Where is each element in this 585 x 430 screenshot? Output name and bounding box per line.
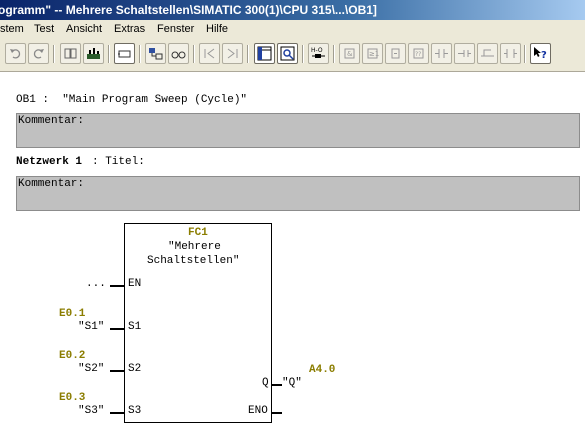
- en-input-value[interactable]: ...: [86, 278, 106, 290]
- pin-eno: ENO: [248, 405, 268, 417]
- toolbar-separator: [333, 45, 335, 63]
- ladder-editor[interactable]: OB1 : "Main Program Sweep (Cycle)" Komme…: [0, 72, 585, 430]
- toolbar: H-O & ≥1 ?? ?: [0, 39, 585, 72]
- first-network-icon[interactable]: [199, 43, 220, 64]
- q-address[interactable]: A4.0: [309, 364, 335, 376]
- block-comment-box[interactable]: Kommentar:: [16, 113, 580, 148]
- en-pin-line: [110, 285, 124, 287]
- network-comment-label: Kommentar:: [18, 178, 85, 190]
- toolbar-separator: [247, 45, 249, 63]
- block-icon[interactable]: [145, 43, 166, 64]
- toolbar-separator: [302, 45, 304, 63]
- compile-icon[interactable]: [60, 43, 81, 64]
- svg-text:&: &: [347, 50, 353, 58]
- monitor-icon[interactable]: [83, 43, 104, 64]
- menu-fenster[interactable]: Fenster: [157, 20, 194, 39]
- io-icon[interactable]: H-O: [308, 43, 329, 64]
- svg-text:≥1: ≥1: [369, 50, 379, 58]
- fc-title-line1: "Mehrere: [168, 241, 221, 253]
- glasses-icon[interactable]: [168, 43, 189, 64]
- menu-ansicht[interactable]: Ansicht: [66, 20, 102, 39]
- contact-icon[interactable]: [385, 43, 406, 64]
- block-comment-label: Kommentar:: [18, 115, 85, 127]
- svg-text:?: ?: [541, 50, 547, 61]
- last-network-icon[interactable]: [222, 43, 243, 64]
- contact-and-icon[interactable]: &: [339, 43, 360, 64]
- pin-s3: S3: [128, 405, 142, 417]
- network-title[interactable]: : Titel:: [92, 156, 145, 168]
- q-pin-line: [272, 384, 282, 386]
- network-comment-box[interactable]: Kommentar:: [16, 176, 580, 211]
- window-title: ogramm" -- Mehrere Schaltstellen\SIMATIC…: [0, 3, 377, 17]
- s1-symbol[interactable]: "S1": [78, 321, 104, 333]
- s2-pin-line: [110, 370, 124, 372]
- redo-icon[interactable]: [28, 43, 49, 64]
- fc-name: FC1: [188, 227, 208, 239]
- q-symbol[interactable]: "Q": [282, 377, 302, 389]
- fc-title-line2: Schaltstellen": [147, 255, 240, 267]
- s3-address[interactable]: E0.3: [59, 392, 85, 404]
- undo-icon[interactable]: [5, 43, 26, 64]
- branch-close-icon[interactable]: [454, 43, 475, 64]
- pin-q: Q: [262, 377, 269, 389]
- pin-s2: S2: [128, 363, 142, 375]
- toolbar-separator: [193, 45, 195, 63]
- comparison-icon[interactable]: ??: [408, 43, 429, 64]
- function-block-box[interactable]: [124, 223, 272, 423]
- toolbar-separator: [524, 45, 526, 63]
- svg-text:??: ??: [415, 51, 421, 58]
- menu-bar: stem Test Ansicht Extras Fenster Hilfe: [0, 20, 585, 39]
- help-icon[interactable]: ?: [530, 43, 551, 64]
- details-icon[interactable]: [277, 43, 298, 64]
- menu-hilfe[interactable]: Hilfe: [206, 20, 228, 39]
- overview-icon[interactable]: [254, 43, 275, 64]
- toolbar-separator: [53, 45, 55, 63]
- branch-open-icon[interactable]: [431, 43, 452, 64]
- network-label[interactable]: Netzwerk 1: [16, 156, 82, 168]
- toolbar-separator: [108, 45, 110, 63]
- svg-text:H-O: H-O: [311, 47, 323, 54]
- menu-extras[interactable]: Extras: [114, 20, 145, 39]
- title-bar: ogramm" -- Mehrere Schaltstellen\SIMATIC…: [0, 0, 585, 20]
- s3-pin-line: [110, 412, 124, 414]
- s2-symbol[interactable]: "S2": [78, 363, 104, 375]
- box-icon[interactable]: [500, 43, 521, 64]
- insert-network-icon[interactable]: [114, 43, 135, 64]
- menu-test[interactable]: Test: [34, 20, 54, 39]
- menu-system[interactable]: stem: [0, 20, 24, 39]
- pin-s1: S1: [128, 321, 142, 333]
- s1-pin-line: [110, 328, 124, 330]
- s3-symbol[interactable]: "S3": [78, 405, 104, 417]
- eno-pin-line: [272, 412, 282, 414]
- contact-or-icon[interactable]: ≥1: [362, 43, 383, 64]
- toolbar-separator: [139, 45, 141, 63]
- s2-address[interactable]: E0.2: [59, 350, 85, 362]
- coil-icon[interactable]: [477, 43, 498, 64]
- s1-address[interactable]: E0.1: [59, 308, 85, 320]
- block-header: OB1 : "Main Program Sweep (Cycle)": [16, 94, 248, 106]
- pin-en: EN: [128, 278, 142, 290]
